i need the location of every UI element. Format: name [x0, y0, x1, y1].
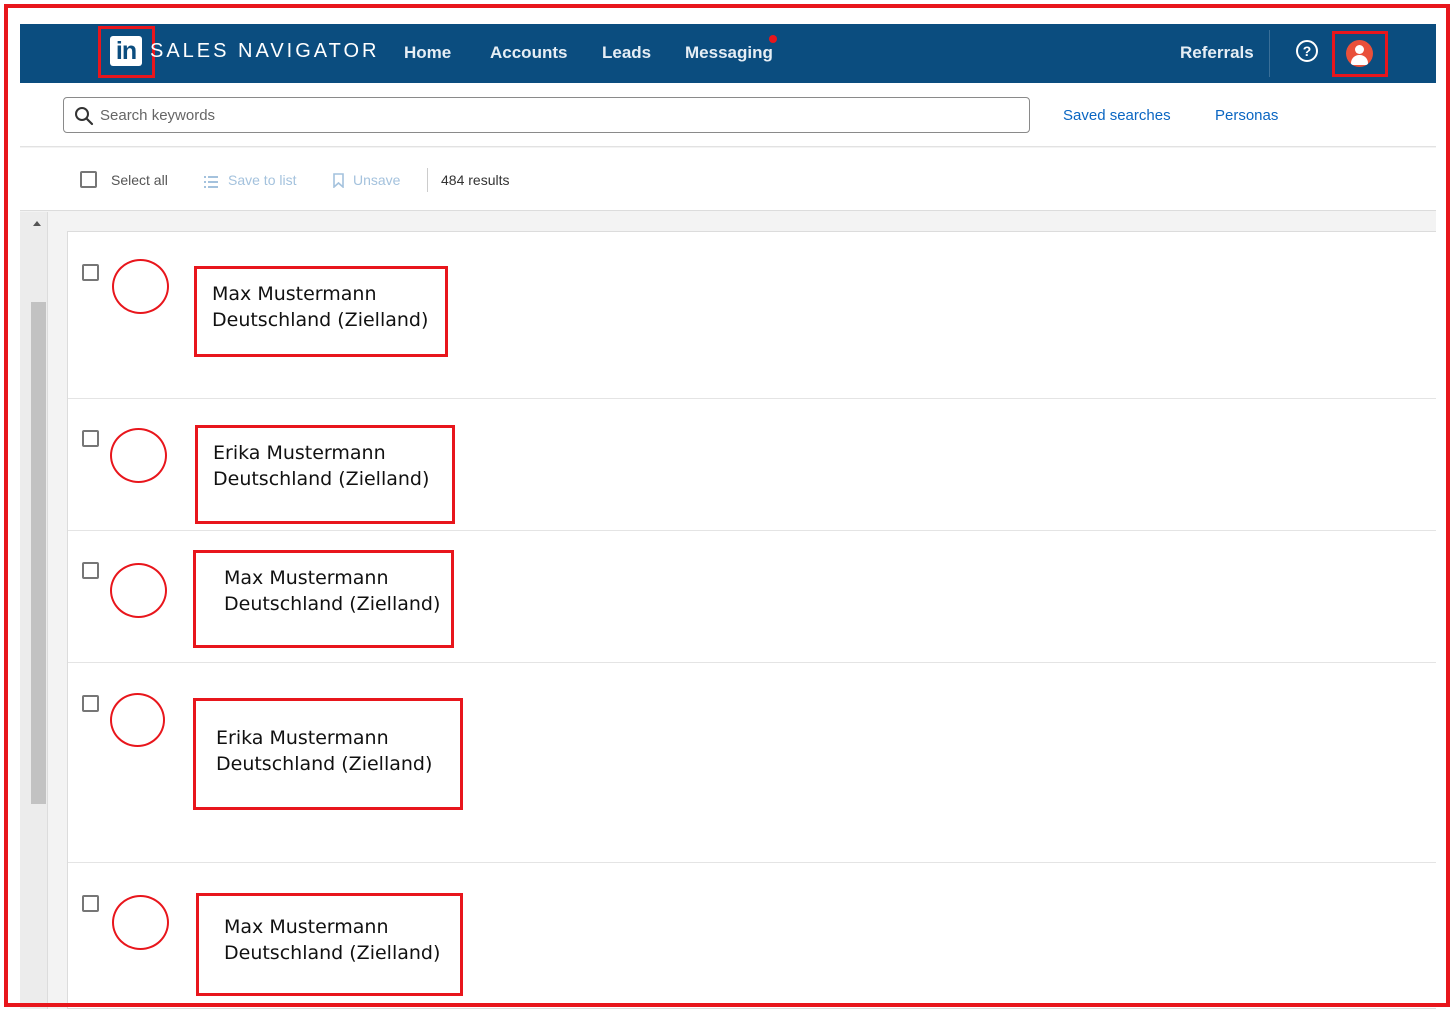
- lead-info-highlight[interactable]: Erika Mustermann Deutschland (Zielland): [195, 425, 455, 524]
- lead-photo-placeholder[interactable]: [110, 428, 167, 483]
- lead-name[interactable]: Max Mustermann: [212, 281, 445, 307]
- lead-location: Deutschland (Zielland): [212, 309, 429, 331]
- lead-name[interactable]: Erika Mustermann: [216, 725, 460, 751]
- personas-link[interactable]: Personas: [1215, 107, 1278, 124]
- nav-link-messaging[interactable]: Messaging: [685, 43, 773, 63]
- lead-photo-placeholder[interactable]: [112, 895, 169, 950]
- select-all-checkbox[interactable]: [80, 171, 97, 188]
- help-icon[interactable]: ?: [1296, 40, 1318, 62]
- avatar-body-shape: [1351, 55, 1368, 65]
- nav-link-referrals[interactable]: Referrals: [1180, 43, 1254, 63]
- avatar-head-shape: [1355, 45, 1364, 54]
- lead-results-list: Max Mustermann Deutschland (Zielland) Er…: [67, 231, 1436, 1009]
- unsave-button[interactable]: Unsave: [353, 172, 400, 188]
- messaging-notification-dot: [769, 35, 777, 43]
- brand-title: SALES NAVIGATOR: [150, 40, 380, 62]
- linkedin-logo-icon[interactable]: in: [110, 36, 142, 66]
- lead-photo-placeholder[interactable]: [112, 259, 169, 314]
- lead-select-checkbox[interactable]: [82, 695, 99, 712]
- lead-location: Deutschland (Zielland): [213, 468, 430, 490]
- nav-link-home[interactable]: Home: [404, 43, 451, 63]
- lead-info-highlight[interactable]: Max Mustermann Deutschland (Zielland): [193, 550, 454, 648]
- lead-row: Max Mustermann Deutschland (Zielland): [68, 232, 1436, 399]
- lead-info-highlight[interactable]: Erika Mustermann Deutschland (Zielland): [193, 698, 463, 810]
- lead-select-checkbox[interactable]: [82, 264, 99, 281]
- sales-navigator-app: in SALES NAVIGATOR Home Accounts Leads M…: [20, 24, 1436, 1009]
- top-navigation-bar: in SALES NAVIGATOR Home Accounts Leads M…: [20, 24, 1436, 83]
- lead-row: Max Mustermann Deutschland (Zielland): [68, 863, 1436, 1009]
- left-scrollbar[interactable]: [20, 212, 48, 1009]
- lead-location: Deutschland (Zielland): [216, 753, 433, 775]
- search-icon: [75, 107, 94, 126]
- lead-info-highlight[interactable]: Max Mustermann Deutschland (Zielland): [194, 266, 448, 357]
- lead-photo-placeholder[interactable]: [110, 693, 165, 747]
- select-all-label: Select all: [111, 172, 168, 188]
- lead-select-checkbox[interactable]: [82, 430, 99, 447]
- nav-link-leads[interactable]: Leads: [602, 43, 651, 63]
- search-input[interactable]: [100, 100, 1000, 130]
- nav-link-accounts[interactable]: Accounts: [490, 43, 567, 63]
- lead-name[interactable]: Max Mustermann: [224, 565, 451, 591]
- lead-info-highlight[interactable]: Max Mustermann Deutschland (Zielland): [196, 893, 463, 996]
- search-bar-row: Saved searches Personas: [20, 83, 1436, 147]
- lead-photo-placeholder[interactable]: [110, 563, 167, 618]
- results-count: 484 results: [441, 172, 510, 188]
- lead-row: Erika Mustermann Deutschland (Zielland): [68, 399, 1436, 531]
- list-icon: [204, 176, 218, 188]
- nav-divider: [1269, 30, 1270, 77]
- lead-row: Max Mustermann Deutschland (Zielland): [68, 531, 1436, 663]
- lead-select-checkbox[interactable]: [82, 895, 99, 912]
- save-to-list-button[interactable]: Save to list: [228, 172, 296, 188]
- lead-select-checkbox[interactable]: [82, 562, 99, 579]
- saved-searches-link[interactable]: Saved searches: [1063, 107, 1171, 124]
- bookmark-icon: [333, 173, 344, 188]
- results-toolbar: Select all Save to list Unsave 484 resul…: [20, 148, 1436, 211]
- lead-location: Deutschland (Zielland): [224, 942, 441, 964]
- lead-location: Deutschland (Zielland): [224, 593, 441, 615]
- lead-name[interactable]: Erika Mustermann: [213, 440, 452, 466]
- search-box[interactable]: [63, 97, 1030, 133]
- scroll-thumb[interactable]: [31, 302, 46, 804]
- scroll-up-arrow-icon[interactable]: [33, 221, 41, 226]
- lead-row: Erika Mustermann Deutschland (Zielland): [68, 663, 1436, 863]
- lead-name[interactable]: Max Mustermann: [224, 914, 460, 940]
- toolbar-divider: [427, 168, 428, 192]
- user-avatar-icon[interactable]: [1346, 40, 1373, 67]
